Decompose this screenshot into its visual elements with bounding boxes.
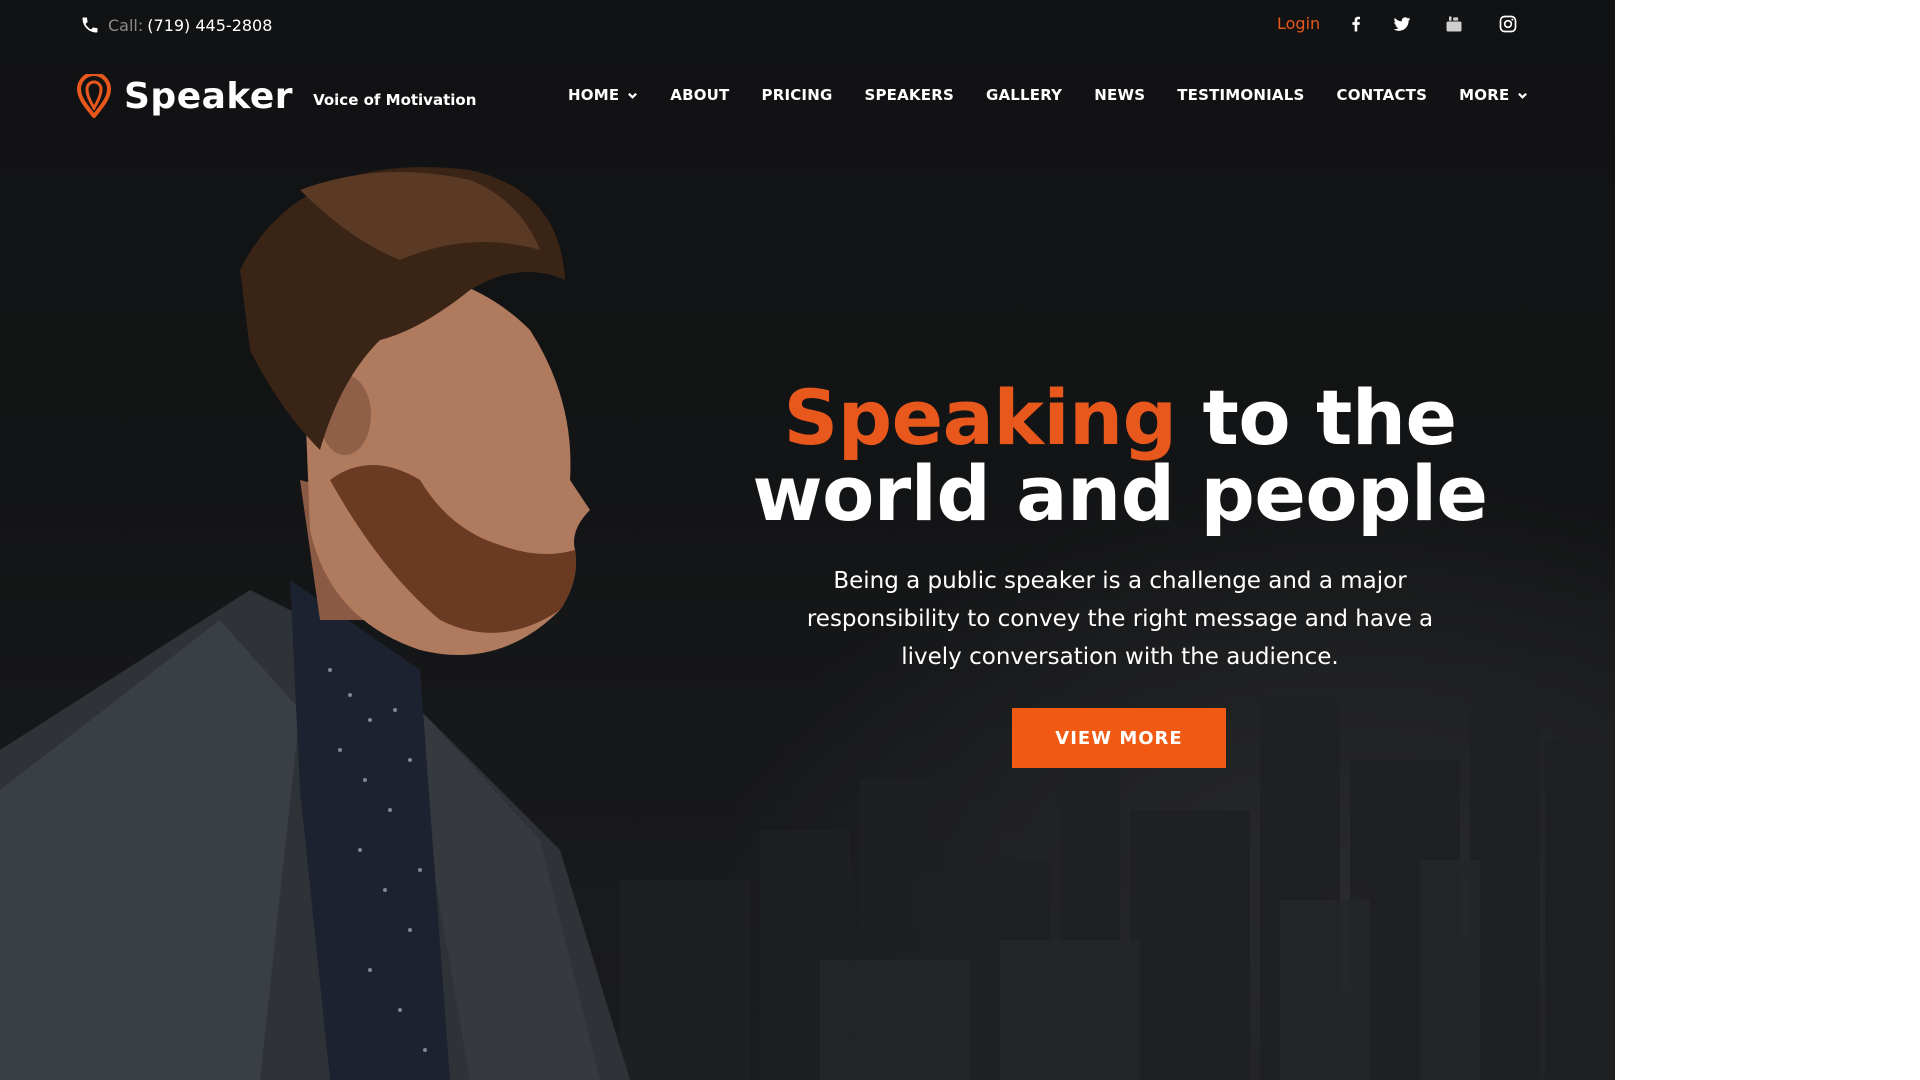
nav-item-testimonials[interactable]: TESTIMONIALS (1177, 86, 1304, 104)
nav-item-label: MORE (1459, 86, 1510, 104)
brand-tagline: Voice of Motivation (313, 91, 477, 109)
login-link[interactable]: Login (1277, 14, 1320, 33)
speaker-portrait-image (0, 167, 630, 1080)
nav-item-home[interactable]: HOME (568, 86, 638, 104)
top-bar: Call: (719) 445-2808 Login (0, 0, 1615, 50)
nav-item-speakers[interactable]: SPEAKERS (864, 86, 953, 104)
headline-line-2: world and people (752, 449, 1488, 538)
nav-item-label: TESTIMONIALS (1177, 86, 1305, 104)
nav-item-label: CONTACTS (1336, 86, 1428, 104)
nav-item-about[interactable]: ABOUT (670, 86, 729, 104)
nav-item-label: ABOUT (670, 86, 730, 104)
phone-number[interactable]: (719) 445-2808 (147, 16, 272, 35)
nav-item-label: NEWS (1094, 86, 1146, 104)
nav-item-news[interactable]: NEWS (1094, 86, 1145, 104)
hero-section: Call: (719) 445-2808 Login Speaker Voice… (0, 0, 1615, 1080)
logo-pin-icon (76, 74, 112, 118)
hero-subtext: Being a public speaker is a challenge an… (806, 568, 1434, 670)
nav-item-label: GALLERY (985, 86, 1063, 104)
chevron-down-icon (628, 92, 638, 99)
nav-item-pricing[interactable]: PRICING (762, 86, 833, 104)
nav-item-more[interactable]: MORE (1459, 86, 1528, 104)
hero-headline: Speaking to the world and people (730, 380, 1510, 532)
chevron-down-icon (1518, 92, 1528, 99)
nav-item-contacts[interactable]: CONTACTS (1336, 86, 1427, 104)
main-nav: HOME ABOUT PRICING SPEAKERS GALLERY NEWS… (568, 86, 1528, 104)
nav-item-label: PRICING (761, 86, 833, 104)
phone-icon (82, 17, 98, 33)
call-label: Call: (108, 15, 144, 35)
instagram-icon[interactable] (1498, 14, 1518, 34)
nav-item-label: SPEAKERS (864, 86, 954, 104)
page: Call: (719) 445-2808 Login Speaker Voice… (0, 0, 1920, 1080)
call-info[interactable]: Call: (719) 445-2808 (80, 13, 272, 37)
brand-logo[interactable]: Speaker Voice of Motivation (76, 74, 476, 118)
brand-name: Speaker (124, 75, 294, 117)
view-more-button[interactable]: VIEW MORE (1012, 708, 1226, 768)
nav-item-label: HOME (568, 86, 620, 104)
nav-item-gallery[interactable]: GALLERY (986, 86, 1062, 104)
youtube-icon[interactable] (1444, 14, 1464, 34)
facebook-icon[interactable] (1346, 14, 1366, 34)
twitter-icon[interactable] (1392, 14, 1412, 34)
